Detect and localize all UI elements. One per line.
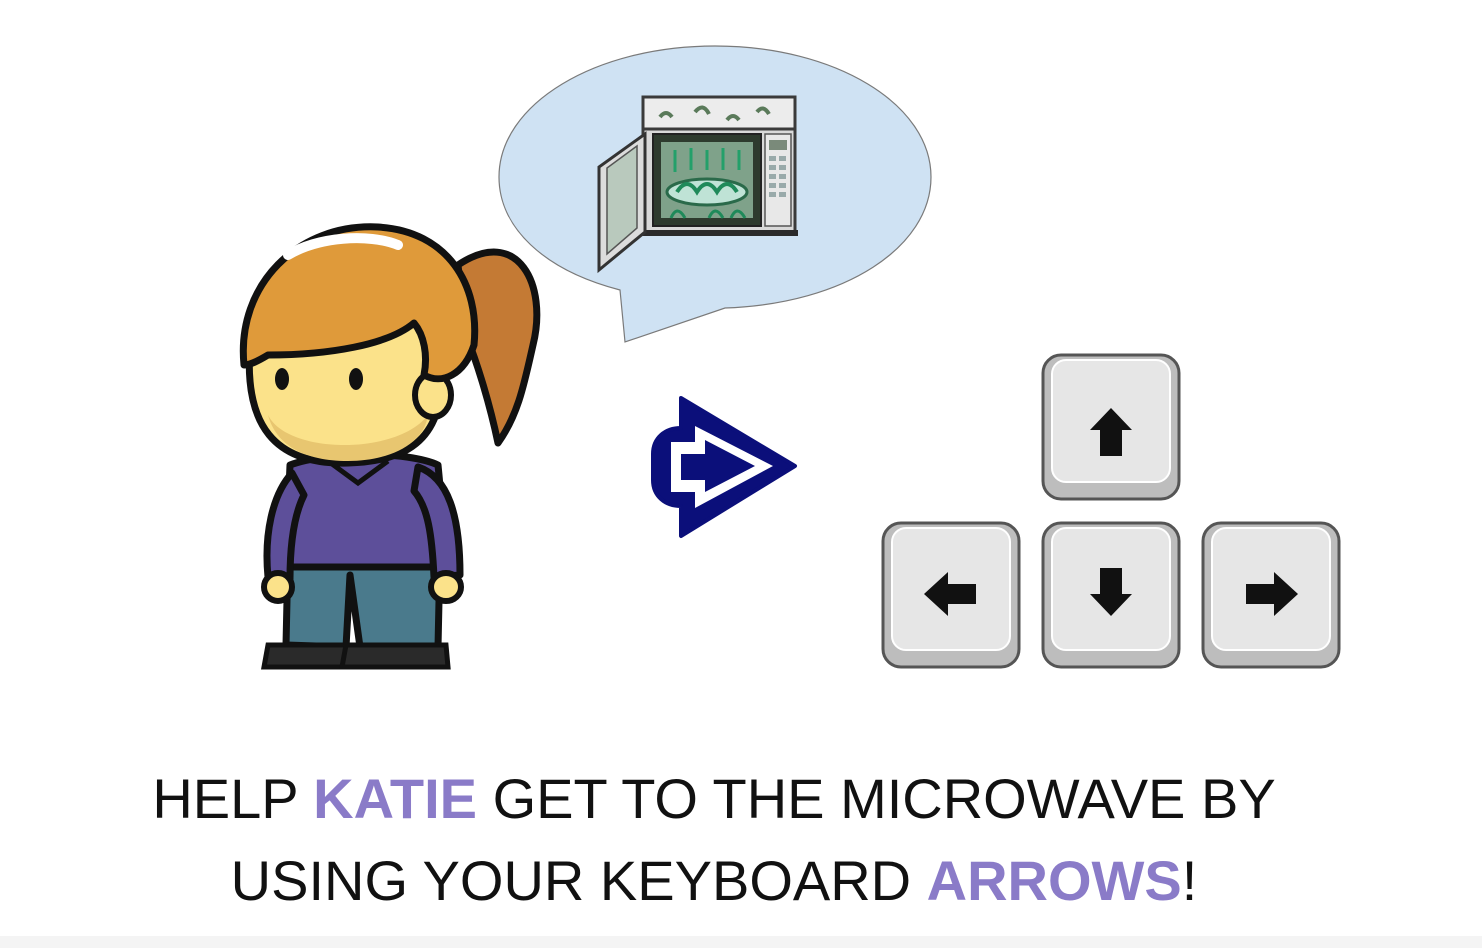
instruction-text-segment: GET TO THE MICROWAVE BY	[477, 767, 1276, 830]
arrow-left-key[interactable]	[880, 520, 1022, 670]
arrow-right-key[interactable]	[1200, 520, 1342, 670]
arrow-down-key[interactable]	[1040, 520, 1182, 670]
instruction-line-1: HELP KATIE GET TO THE MICROWAVE BY	[0, 758, 1428, 840]
instruction-text: HELP KATIE GET TO THE MICROWAVE BY USING…	[0, 758, 1428, 922]
thought-bubble	[495, 42, 935, 347]
instruction-text-segment: !	[1181, 849, 1198, 912]
game-intro-screen: HELP KATIE GET TO THE MICROWAVE BY USING…	[0, 0, 1482, 948]
instruction-text-segment: HELP	[152, 767, 314, 830]
instruction-text-segment: USING YOUR KEYBOARD	[230, 849, 927, 912]
arrows-highlight: ARROWS	[926, 849, 1182, 912]
right-arrow-cue-icon	[645, 388, 805, 546]
katie-character	[228, 215, 548, 680]
instruction-line-2: USING YOUR KEYBOARD ARROWS!	[0, 840, 1428, 922]
arrow-up-key[interactable]	[1040, 352, 1182, 502]
character-name-highlight: KATIE	[313, 767, 478, 830]
bottom-strip	[0, 936, 1482, 948]
